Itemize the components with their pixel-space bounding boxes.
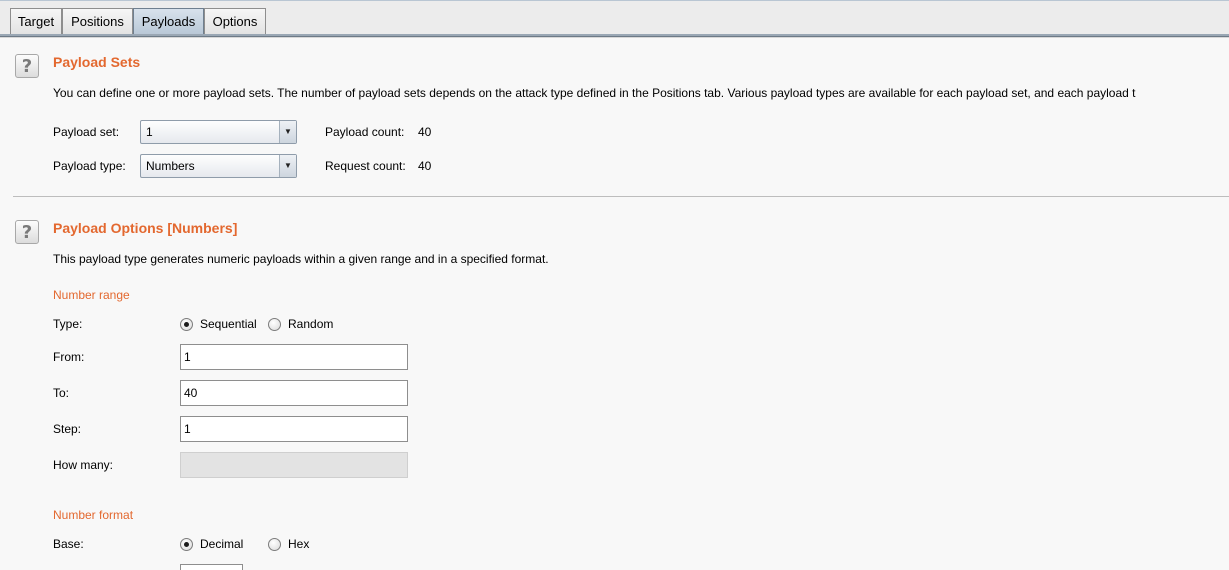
payload-count-label: Payload count: bbox=[325, 125, 405, 139]
type-label: Type: bbox=[53, 317, 83, 331]
payload-set-label: Payload set: bbox=[53, 125, 120, 139]
payload-options-title: Payload Options [Numbers] bbox=[53, 220, 238, 236]
random-radio[interactable] bbox=[268, 318, 281, 331]
tab-payloads[interactable]: Payloads bbox=[133, 8, 204, 34]
payload-sets-description: You can define one or more payload sets.… bbox=[53, 86, 1136, 100]
payload-type-label: Payload type: bbox=[53, 159, 126, 173]
hex-radio-label[interactable]: Hex bbox=[288, 537, 309, 551]
base-radio-group: Decimal Hex bbox=[180, 536, 330, 554]
payload-type-select[interactable]: Numbers ▼ bbox=[140, 154, 297, 178]
payload-count-value: 40 bbox=[418, 125, 432, 139]
tab-bar: Target Positions Payloads Options bbox=[0, 0, 1229, 38]
tab-options[interactable]: Options bbox=[204, 8, 266, 34]
random-radio-label[interactable]: Random bbox=[288, 317, 333, 331]
payloads-content: ? Payload Sets You can define one or mor… bbox=[0, 37, 1229, 570]
number-format-title: Number format bbox=[53, 508, 134, 522]
request-count-label: Request count: bbox=[325, 159, 406, 173]
chevron-down-icon: ▼ bbox=[279, 155, 296, 177]
payload-set-value: 1 bbox=[146, 125, 153, 139]
payload-set-select[interactable]: 1 ▼ bbox=[140, 120, 297, 144]
chevron-down-icon: ▼ bbox=[279, 121, 296, 143]
from-label: From: bbox=[53, 350, 85, 364]
decimal-radio[interactable] bbox=[180, 538, 193, 551]
step-label: Step: bbox=[53, 422, 82, 436]
sequential-radio[interactable] bbox=[180, 318, 193, 331]
payload-sets-title: Payload Sets bbox=[53, 54, 141, 70]
base-label: Base: bbox=[53, 537, 84, 551]
help-icon[interactable]: ? bbox=[15, 220, 39, 244]
min-integer-digits-input[interactable] bbox=[180, 564, 243, 570]
decimal-radio-label[interactable]: Decimal bbox=[200, 537, 243, 551]
how-many-label: How many: bbox=[53, 458, 114, 472]
how-many-input bbox=[180, 452, 408, 478]
number-range-title: Number range bbox=[53, 288, 130, 302]
step-input[interactable] bbox=[180, 416, 408, 442]
type-radio-group: Sequential Random bbox=[180, 316, 350, 334]
tab-target[interactable]: Target bbox=[10, 8, 62, 34]
hex-radio[interactable] bbox=[268, 538, 281, 551]
from-input[interactable] bbox=[180, 344, 408, 370]
sequential-radio-label[interactable]: Sequential bbox=[200, 317, 257, 331]
help-icon[interactable]: ? bbox=[15, 54, 39, 78]
intruder-payloads-panel: Target Positions Payloads Options ? Payl… bbox=[0, 0, 1229, 570]
tab-positions[interactable]: Positions bbox=[62, 8, 133, 34]
request-count-value: 40 bbox=[418, 159, 432, 173]
section-divider bbox=[13, 196, 1229, 197]
to-label: To: bbox=[53, 386, 70, 400]
to-input[interactable] bbox=[180, 380, 408, 406]
payload-options-description: This payload type generates numeric payl… bbox=[53, 252, 549, 266]
payload-type-value: Numbers bbox=[146, 159, 195, 173]
